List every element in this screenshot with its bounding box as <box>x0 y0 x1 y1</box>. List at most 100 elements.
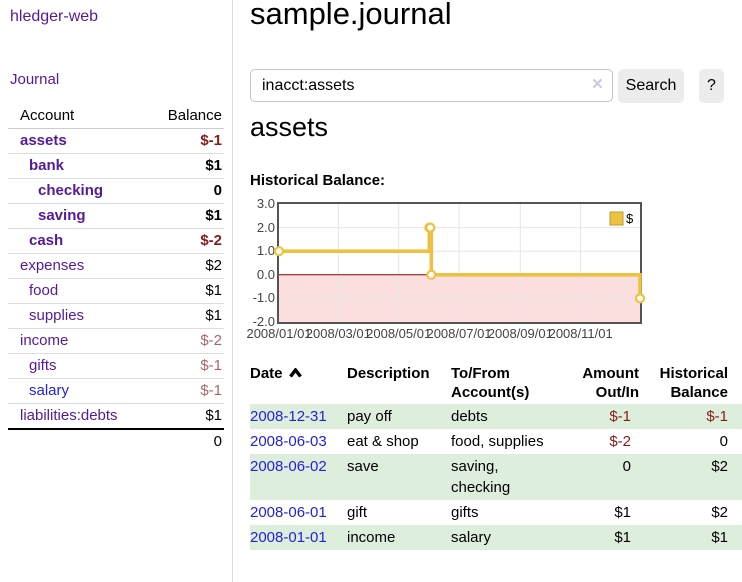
register-header-date[interactable]: Date <box>250 362 347 404</box>
account-row: expenses $2 <box>8 254 224 279</box>
account-row: salary $-1 <box>8 379 224 404</box>
x-tick-label: 2008/07/01 <box>426 326 491 341</box>
x-tick-label: 2008/03/01 <box>306 326 371 341</box>
x-tick-label: 2008/11/01 <box>549 326 613 341</box>
sort-asc-icon <box>289 368 302 378</box>
y-tick-label: 1.0 <box>250 243 275 259</box>
x-tick-label: 2008/05/01 <box>366 326 431 341</box>
account-balance: $-1 <box>142 379 224 404</box>
register-cell-amount: $1 <box>559 500 639 525</box>
transaction-date-link[interactable]: 2008-12-31 <box>250 408 327 425</box>
account-balance: $-1 <box>142 129 224 154</box>
sidebar-account-assets[interactable]: assets <box>20 132 67 149</box>
register-cell-date: 2008-06-02 <box>250 454 347 500</box>
transaction-date-link[interactable]: 2008-06-01 <box>250 504 327 521</box>
nav-journal-link[interactable]: Journal <box>10 71 59 88</box>
y-tick-label: 0.0 <box>250 267 275 283</box>
register-header-amount[interactable]: Amount Out/In <box>559 362 639 404</box>
transaction-date-link[interactable]: 2008-06-02 <box>250 458 327 475</box>
x-tick-label: 2008/09/01 <box>488 326 553 341</box>
search-input[interactable] <box>250 69 613 102</box>
balance-chart: 3.02.01.00.0-1.0-2.0 $ 2008/01/012008/03… <box>250 202 742 344</box>
register-header-accounts[interactable]: To/From Account(s) <box>451 362 559 404</box>
clear-search-icon[interactable]: × <box>592 74 603 96</box>
accounts-header-balance: Balance <box>142 104 224 129</box>
account-row: food $1 <box>8 279 224 304</box>
y-tick-label: -1.0 <box>250 290 275 306</box>
register-cell-accounts: food, supplies <box>451 429 559 454</box>
register-cell-date: 2008-06-01 <box>250 500 347 525</box>
register-header-row: Date Description To/From Account(s) Amou… <box>250 362 742 404</box>
register-cell-amount: $-1 <box>559 404 639 429</box>
transaction-date-link[interactable]: 2008-06-03 <box>250 433 327 450</box>
register-cell-accounts: salary <box>451 525 559 550</box>
account-row: assets $-1 <box>8 129 224 154</box>
register-row[interactable]: 2008-01-01incomesalary$1$1 <box>250 525 742 550</box>
chart-plot-area: $ <box>277 202 642 324</box>
chart-title: Historical Balance: <box>250 172 385 189</box>
account-balance: $1 <box>142 204 224 229</box>
sidebar-account-expenses[interactable]: expenses <box>20 257 84 274</box>
account-balance: 0 <box>142 179 224 204</box>
register-cell-balance: $2 <box>639 454 742 500</box>
accounts-header-row: Account Balance <box>8 104 224 129</box>
accounts-total-row: 0 <box>8 429 224 454</box>
sidebar-account-saving[interactable]: saving <box>38 207 86 224</box>
register-header-balance[interactable]: Historical Balance <box>639 362 742 404</box>
account-row: gifts$-1 <box>8 354 224 379</box>
account-balance: $1 <box>142 154 224 179</box>
chart-svg: $ <box>279 204 640 322</box>
accounts-table: Account Balance assets $-1 bank $1 checking 0… <box>8 104 224 454</box>
register-cell-date: 2008-12-31 <box>250 404 347 429</box>
page-title: sample.journal <box>250 0 452 32</box>
account-balance: $1 <box>142 404 224 430</box>
register-cell-date: 2008-01-01 <box>250 525 347 550</box>
svg-text:$: $ <box>626 211 634 226</box>
accounts-total-value: 0 <box>142 429 224 454</box>
brand-link[interactable]: hledger-web <box>10 8 98 26</box>
register-cell-amount: 0 <box>559 454 639 500</box>
account-balance: $1 <box>142 304 224 329</box>
accounts-total-spacer <box>8 429 142 454</box>
accounts-header-account: Account <box>8 104 142 129</box>
sidebar-account-cash[interactable]: cash <box>29 232 63 249</box>
sidebar-account-liabilities-debts[interactable]: liabilities:debts <box>20 407 118 424</box>
sidebar-account-supplies[interactable]: supplies <box>29 307 84 324</box>
sidebar-account-salary[interactable]: salary <box>29 382 69 399</box>
account-balance: $2 <box>142 254 224 279</box>
search-button[interactable]: Search <box>618 69 684 103</box>
register-row[interactable]: 2008-06-02 savesaving, checking0$2 <box>250 454 742 500</box>
register-row[interactable]: 2008-06-01giftgifts$1$2 <box>250 500 742 525</box>
register-cell-amount: $-2 <box>559 429 639 454</box>
transaction-date-link[interactable]: 2008-01-01 <box>250 529 327 546</box>
register-cell-balance: $1 <box>639 525 742 550</box>
register-cell-description: pay off <box>347 404 451 429</box>
register-cell-accounts: gifts <box>451 500 559 525</box>
sidebar: hledger-web Journal Account Balance asse… <box>0 0 233 582</box>
sidebar-account-income[interactable]: income <box>20 332 68 349</box>
register-cell-balance: 0 <box>639 429 742 454</box>
register-cell-balance: $-1 <box>639 404 742 429</box>
register-header-description[interactable]: Description <box>347 362 451 404</box>
account-heading: assets <box>250 112 328 143</box>
register-table: Date Description To/From Account(s) Amou… <box>250 362 742 550</box>
sidebar-account-bank[interactable]: bank <box>29 157 64 174</box>
account-balance: $1 <box>142 279 224 304</box>
account-row: checking 0 <box>8 179 224 204</box>
register-cell-date: 2008-06-03 <box>250 429 347 454</box>
register-row[interactable]: 2008-06-03eat & shopfood, supplies$-20 <box>250 429 742 454</box>
y-tick-label: 2.0 <box>250 220 275 236</box>
register-cell-balance: $2 <box>639 500 742 525</box>
register-cell-accounts: saving, checking <box>451 454 559 500</box>
x-tick-label: 2008/01/01 <box>246 326 311 341</box>
help-button[interactable]: ? <box>699 69 724 103</box>
account-row: saving $1 <box>8 204 224 229</box>
account-row: bank $1 <box>8 154 224 179</box>
register-cell-description: save <box>347 454 451 500</box>
register-row[interactable]: 2008-12-31pay offdebts$-1$-1 <box>250 404 742 429</box>
sidebar-account-gifts[interactable]: gifts <box>29 357 57 374</box>
account-balance: $-2 <box>142 229 224 254</box>
sidebar-account-food[interactable]: food <box>29 282 58 299</box>
register-cell-amount: $1 <box>559 525 639 550</box>
sidebar-account-checking[interactable]: checking <box>38 182 103 199</box>
